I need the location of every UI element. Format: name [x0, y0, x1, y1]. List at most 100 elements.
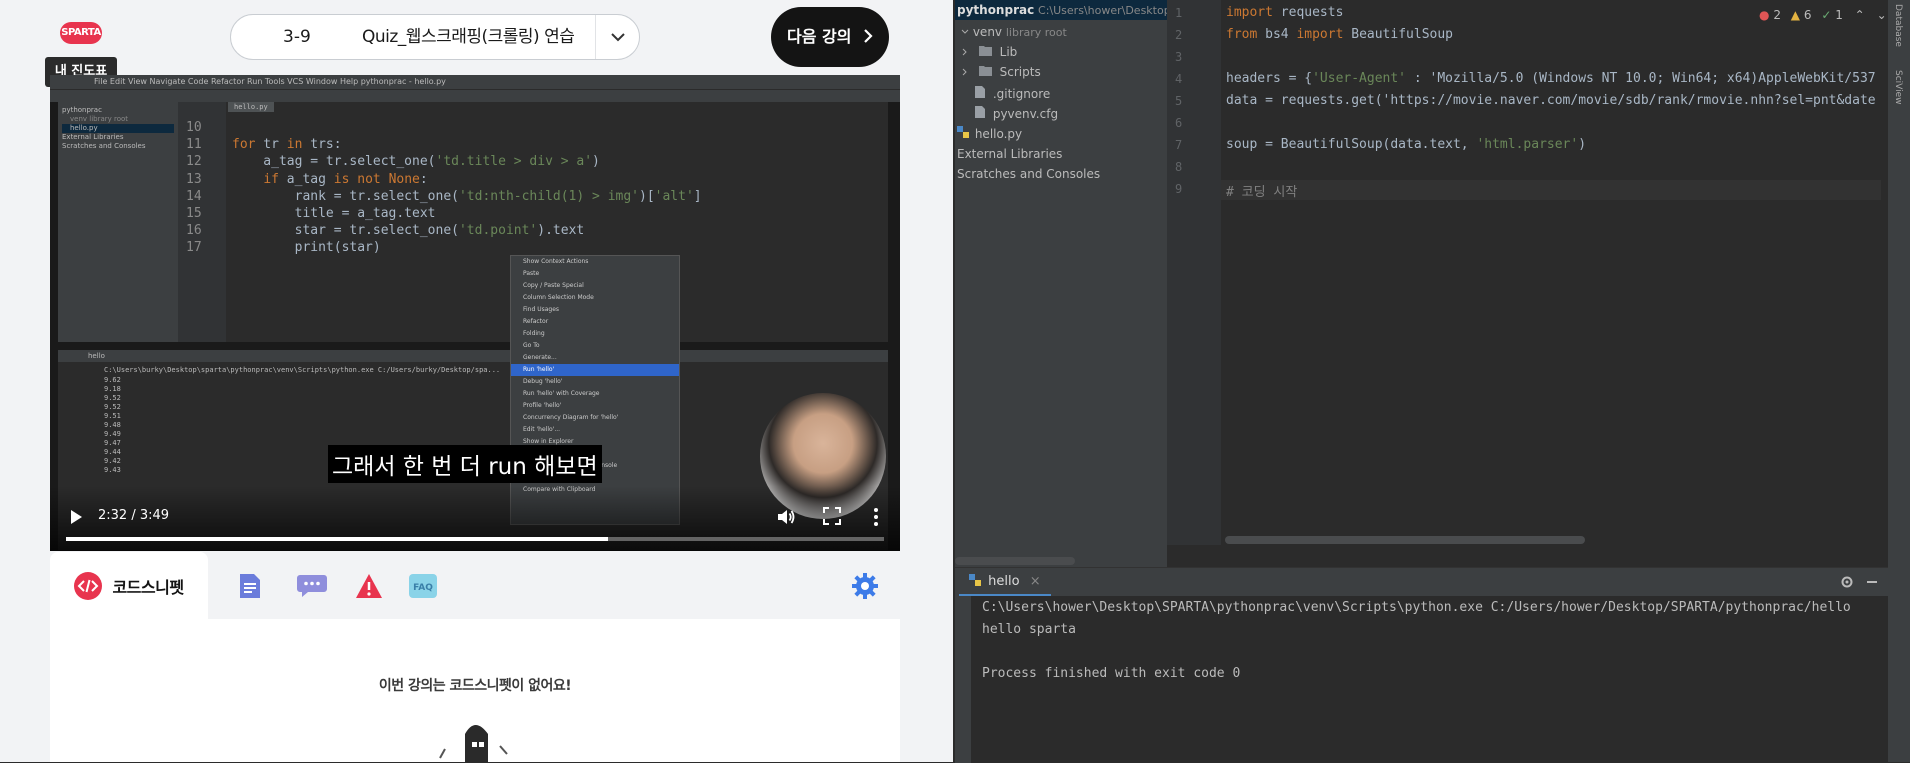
- python-file-icon: [957, 126, 969, 138]
- tab-notes[interactable]: [225, 552, 275, 619]
- video-context-menu-item: Run 'hello' with Coverage: [523, 390, 600, 397]
- warning-count: 6: [1803, 8, 1812, 22]
- video-context-menu-item: Run 'hello': [511, 364, 679, 376]
- video-context-menu-item: Edit 'hello'...: [523, 426, 561, 433]
- video-line-number: 10: [186, 120, 202, 135]
- play-icon[interactable]: [66, 507, 86, 527]
- fullscreen-icon[interactable]: [823, 507, 843, 527]
- video-ide-project: pythonprac venv library root hello.py Ex…: [58, 102, 178, 342]
- tree-item-scratches[interactable]: Scratches and Consoles: [957, 167, 1100, 181]
- gear-icon: [852, 572, 878, 599]
- run-tab-hello[interactable]: hello ×: [959, 568, 1051, 596]
- faq-icon: FAQ: [409, 573, 437, 598]
- tab-report-error[interactable]: [344, 552, 394, 619]
- video-context-menu-item: Copy / Paste Special: [523, 282, 584, 289]
- tree-item-gitignore[interactable]: .gitignore: [975, 86, 1050, 101]
- video-line-number: 17: [186, 240, 202, 256]
- run-tab-label: hello: [988, 574, 1020, 589]
- folder-icon: [978, 66, 992, 76]
- video-output-line: 9.42: [104, 457, 121, 465]
- code-line[interactable]: headers = {'User-Agent' : 'Mozilla/5.0 (…: [1226, 71, 1876, 86]
- tree-item-hello[interactable]: hello.py: [957, 126, 1022, 141]
- video-output-line: 9.47: [104, 439, 121, 447]
- project-horizontal-scrollbar[interactable]: [955, 557, 1075, 565]
- code-line[interactable]: # 코딩 시작: [1226, 181, 1297, 200]
- video-code-line: title = a_tag.text: [232, 206, 436, 221]
- right-tool-strip: [1888, 0, 1910, 762]
- chevron-right-icon: [864, 29, 873, 43]
- video-subtitle: 그래서 한 번 더 run 해보면: [328, 445, 602, 483]
- video-project-libs: External Libraries: [62, 133, 124, 141]
- close-icon[interactable]: ×: [1030, 574, 1041, 589]
- tree-label: Lib: [999, 45, 1018, 59]
- editor-horizontal-scrollbar[interactable]: [1225, 536, 1585, 544]
- line-number: 2: [1175, 28, 1183, 42]
- video-line-number: 16: [186, 223, 202, 239]
- video-project-venv: venv library root: [70, 115, 129, 123]
- tree-label: pythonprac: [957, 3, 1035, 17]
- chevron-up-icon[interactable]: ⌃: [1855, 8, 1865, 22]
- gear-icon[interactable]: [1840, 574, 1854, 593]
- minimize-icon[interactable]: [1867, 581, 1877, 583]
- chevron-right-icon: [962, 48, 967, 56]
- video-line-number: 14: [186, 188, 202, 204]
- video-context-menu-item: Concurrency Diagram for 'hello': [523, 414, 619, 421]
- chat-bubble-icon: [297, 574, 327, 597]
- volume-icon[interactable]: [776, 507, 796, 527]
- lecture-page: SPARTA 내 진도표 3-9 Quiz_웹스크래핑(크롤링) 연습 다음 강…: [0, 0, 953, 762]
- next-lecture-label: 다음 강의: [786, 27, 852, 46]
- sciview-tool-tab[interactable]: SciView: [1893, 70, 1903, 105]
- tab-qna[interactable]: [282, 552, 342, 619]
- tree-item-venv[interactable]: venv library root: [961, 25, 1067, 39]
- more-options-icon[interactable]: [866, 507, 886, 527]
- sparta-logo[interactable]: SPARTA: [60, 22, 102, 44]
- chevron-down-icon: [961, 29, 969, 34]
- tree-item-lib[interactable]: Lib: [961, 45, 1017, 59]
- video-code-line: print(star): [232, 240, 381, 256]
- code-line[interactable]: soup = BeautifulSoup(data.text, 'html.pa…: [1226, 137, 1586, 152]
- video-run-header: hello: [58, 350, 888, 362]
- video-context-menu-item: Find Usages: [523, 306, 560, 313]
- video-code-line: if a_tag is not None:: [263, 171, 428, 187]
- file-icon: [975, 106, 985, 118]
- check-icon: ✓: [1821, 8, 1832, 22]
- video-project-scratches: Scratches and Consoles: [62, 142, 146, 150]
- tab-code-snippet[interactable]: 코드스니펫: [50, 552, 208, 619]
- video-context-menu-item: Go To: [523, 342, 540, 349]
- tree-item-pyvenv[interactable]: pyvenv.cfg: [975, 106, 1058, 121]
- code-snippet-icon: [74, 571, 103, 600]
- video-project-root: pythonprac: [62, 106, 102, 114]
- run-panel: hello × C:\Users\hower\Desktop\SPARTA\py…: [955, 567, 1888, 763]
- tree-item-scripts[interactable]: Scripts: [961, 65, 1041, 79]
- chevron-down-icon[interactable]: [595, 15, 639, 59]
- code-line[interactable]: import requests: [1226, 5, 1343, 20]
- video-output-line: 9.43: [104, 466, 121, 474]
- video-progress-bar[interactable]: [66, 537, 884, 541]
- chevron-down-icon[interactable]: ⌄: [1877, 8, 1887, 22]
- video-run-cmd: C:\Users\burky\Desktop\sparta\pythonprac…: [104, 366, 501, 374]
- pycharm-window: pythonprac C:\Users\hower\Desktop\SPARTA…: [955, 0, 1910, 763]
- code-line[interactable]: data = requests.get('https://movie.naver…: [1226, 93, 1876, 108]
- tree-note: library root: [1005, 26, 1067, 39]
- run-output-line: C:\Users\hower\Desktop\SPARTA\pythonprac…: [982, 600, 1851, 615]
- run-output-line: hello sparta: [982, 622, 1076, 637]
- folder-icon: [978, 46, 992, 56]
- database-tool-tab[interactable]: Database: [1893, 4, 1903, 47]
- tab-faq[interactable]: FAQ: [398, 552, 448, 619]
- code-line[interactable]: from bs4 import BeautifulSoup: [1226, 27, 1453, 42]
- video-line-number: 15: [186, 206, 202, 221]
- tree-item-external-libraries[interactable]: External Libraries: [957, 147, 1062, 161]
- video-context-menu-item: Show Context Actions: [523, 258, 589, 265]
- tree-label: pyvenv.cfg: [992, 107, 1059, 121]
- warning-icon: [356, 573, 382, 598]
- video-player[interactable]: File Edit View Navigate Code Refactor Ru…: [50, 75, 900, 551]
- next-lecture-button[interactable]: 다음 강의: [771, 7, 889, 67]
- python-run-icon: [969, 574, 981, 586]
- settings-button[interactable]: [845, 552, 885, 619]
- video-editor-tab: hello.py: [228, 102, 274, 112]
- tab-code-snippet-label: 코드스니펫: [112, 577, 184, 597]
- tree-label: venv: [972, 25, 1003, 39]
- line-number: 7: [1175, 138, 1183, 152]
- inspection-widget[interactable]: ● 2 ▲ 6 ✓ 1 ⌃ ⌄: [1759, 8, 1887, 22]
- lecture-selector[interactable]: 3-9 Quiz_웹스크래핑(크롤링) 연습: [230, 14, 640, 60]
